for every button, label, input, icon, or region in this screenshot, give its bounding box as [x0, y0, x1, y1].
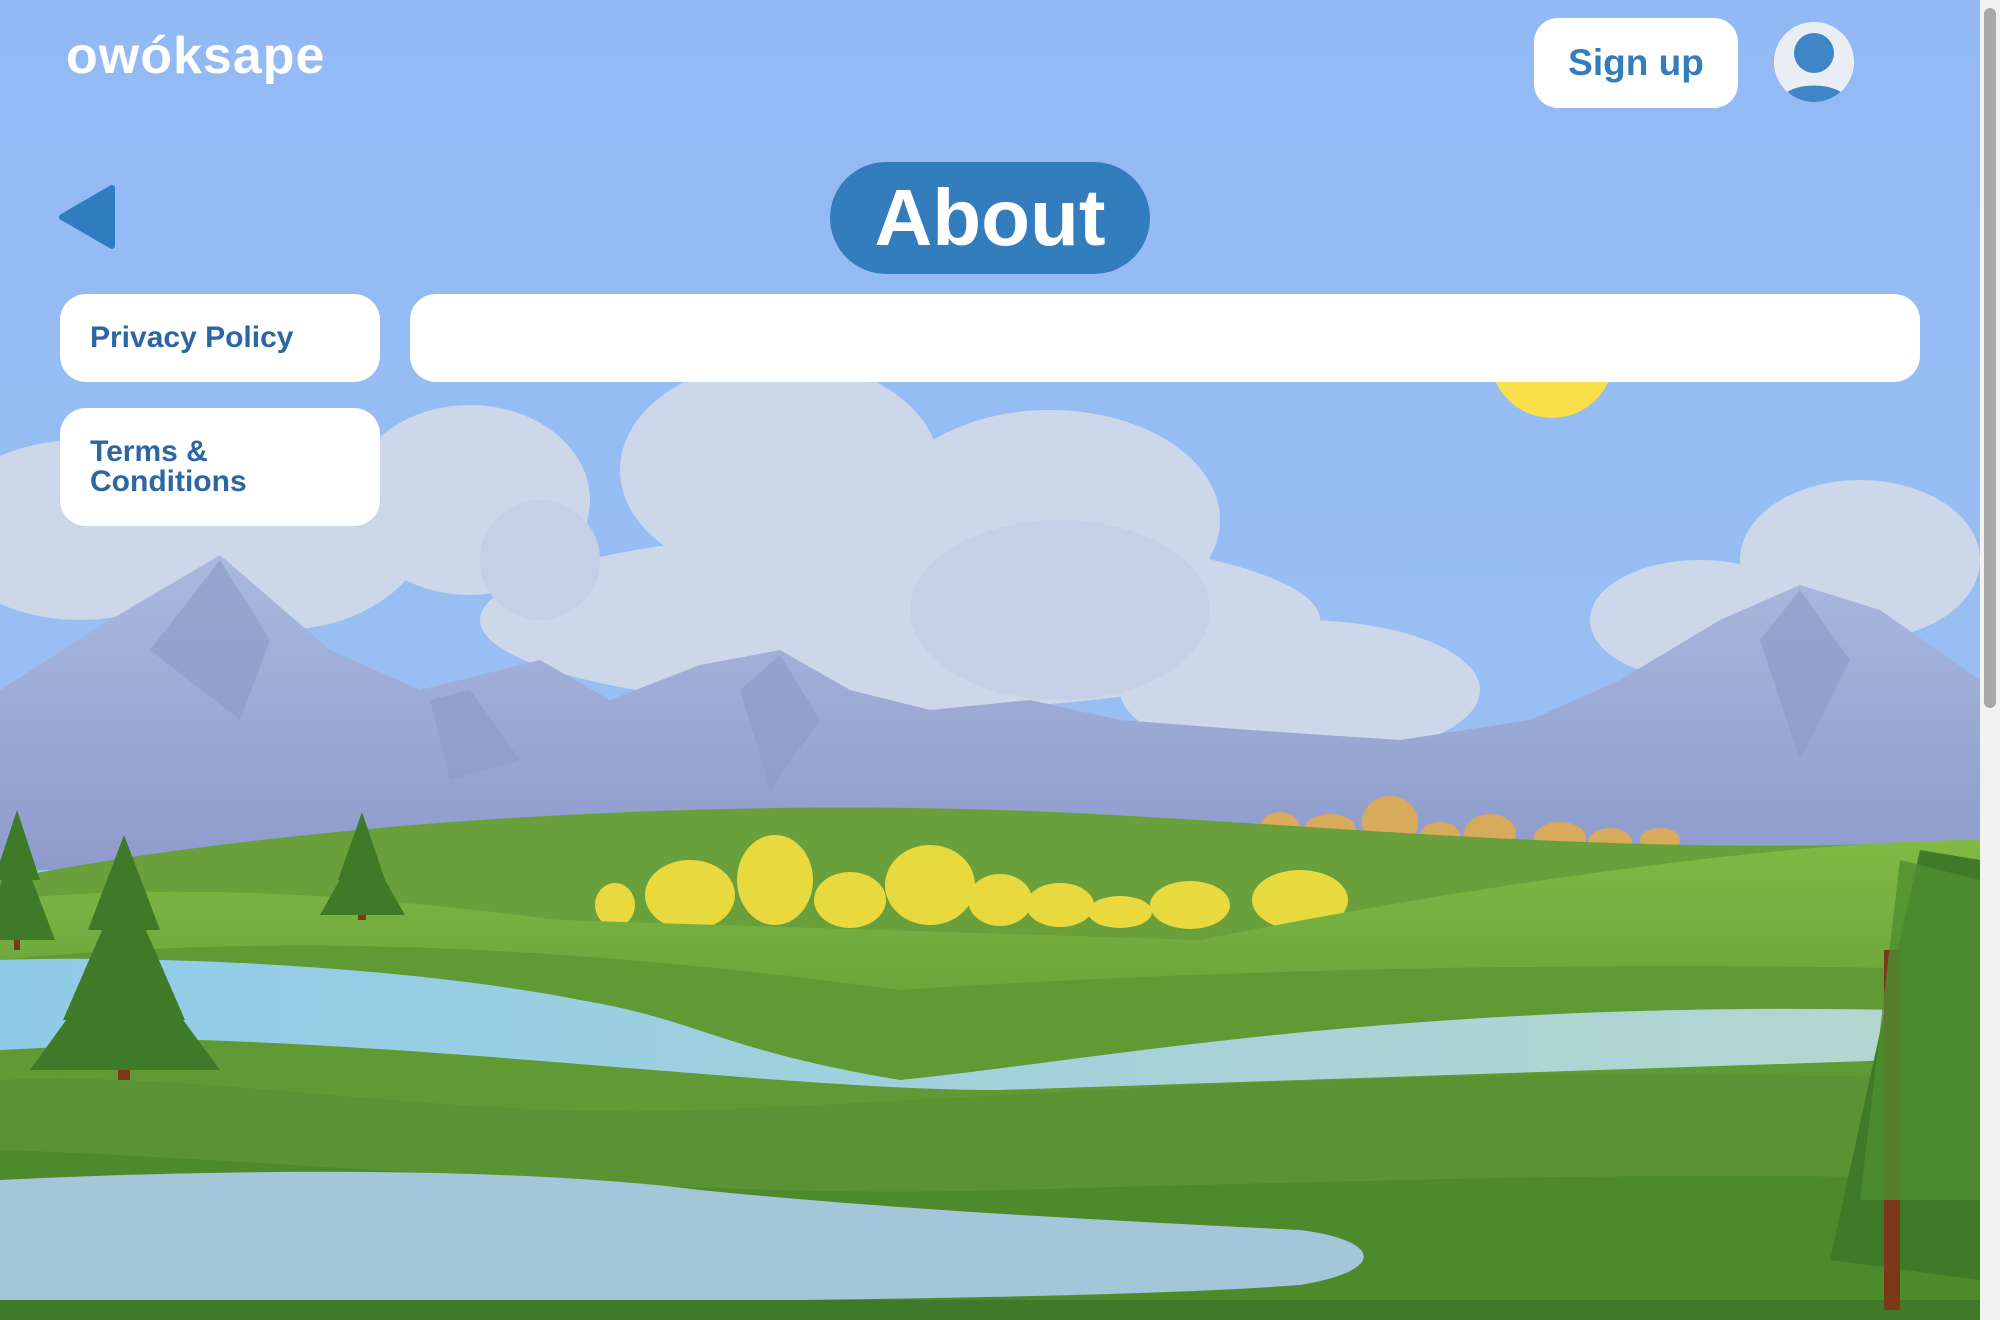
- user-avatar-button[interactable]: [1774, 22, 1854, 102]
- terms-conditions-link[interactable]: Terms & Conditions: [60, 408, 380, 526]
- brand-logo[interactable]: owóksape: [66, 26, 325, 86]
- privacy-policy-link[interactable]: Privacy Policy: [60, 294, 380, 382]
- page-title: About: [830, 162, 1150, 274]
- about-content-panel: [410, 294, 1920, 382]
- user-avatar-icon: [1774, 22, 1854, 102]
- scrollbar-track[interactable]: [1980, 0, 2000, 1320]
- sign-up-button[interactable]: Sign up: [1534, 18, 1738, 108]
- back-arrow-icon[interactable]: [58, 184, 116, 250]
- privacy-policy-label: Privacy Policy: [90, 321, 294, 354]
- scrollbar-thumb[interactable]: [1984, 8, 1996, 708]
- terms-conditions-label: Terms & Conditions: [90, 435, 247, 498]
